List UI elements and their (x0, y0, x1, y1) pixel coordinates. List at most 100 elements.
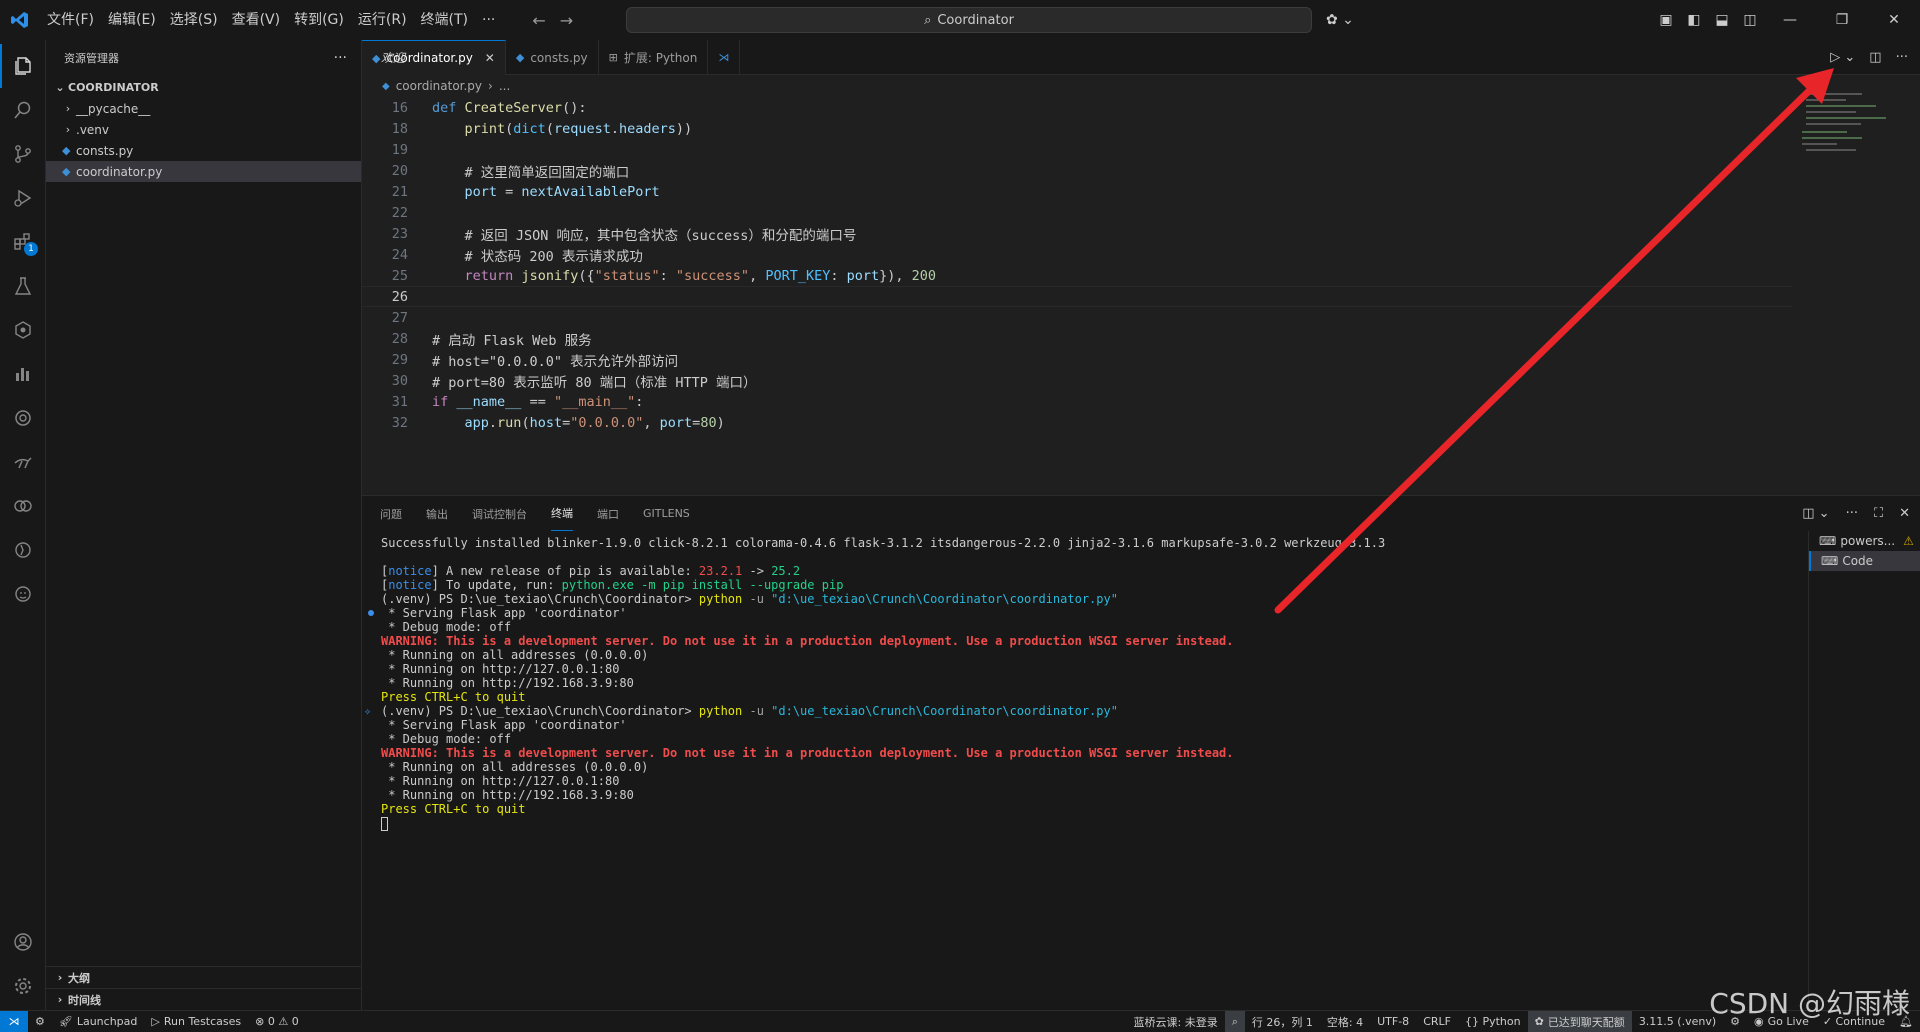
more-actions-icon[interactable]: ··· (334, 50, 347, 66)
restore-icon[interactable]: ❐ (1816, 0, 1868, 40)
kangaroo-icon[interactable] (0, 440, 46, 484)
line-number: 29 (391, 351, 408, 368)
terminal-item-powershell[interactable]: ⌨ powers... ⚠ (1809, 531, 1920, 551)
minimize-icon[interactable]: — (1764, 0, 1816, 40)
command-decoration-icon[interactable] (368, 610, 374, 616)
encoding-status[interactable]: UTF-8 (1370, 1011, 1416, 1032)
python-file-icon: ◆ (62, 144, 71, 157)
tab-output[interactable]: 输出 (426, 496, 448, 531)
folder-section[interactable]: ⌄ COORDINATOR (46, 76, 361, 98)
tab-problems[interactable]: 问题 (380, 496, 402, 531)
zoom-icon[interactable]: ⌕ (1224, 1010, 1245, 1032)
remote-indicator-icon[interactable]: ⋊ (0, 1010, 28, 1032)
menu-more[interactable]: ··· (475, 0, 502, 40)
terminal-output[interactable]: Successfully installed blinker-1.9.0 cli… (362, 536, 1802, 1006)
run-python-file-icon[interactable]: ▷ ⌄ (1830, 50, 1855, 65)
code-line: 30 # port=80 表示监听 80 端口（标准 HTTP 端口） (362, 370, 757, 391)
code-line: 19 (362, 139, 408, 160)
copilot-icon[interactable]: ✿ ⌄ (1326, 9, 1362, 31)
timeline-icon[interactable] (0, 528, 46, 572)
timeline-section[interactable]: › 时间线 (46, 988, 362, 1010)
status-bar: ⋊ ⚙ 🚀︎ Launchpad ▷ Run Testcases ⊗ 0 ⚠ 0 蓝… (0, 1010, 1920, 1032)
close-panel-icon[interactable]: ✕ (1899, 506, 1910, 521)
sparkle-icon[interactable]: ✧ (364, 704, 371, 721)
code-line: 25 return jsonify({"status": "success", … (362, 265, 936, 286)
customize-layout-icon[interactable]: ▣ (1652, 0, 1680, 40)
minimap[interactable] (1792, 75, 1912, 495)
code-line: 23 # 返回 JSON 响应，其中包含状态（success）和分配的端口号 (362, 223, 857, 244)
code-line: 22 (362, 202, 408, 223)
toggle-panel-icon[interactable]: ⬓ (1708, 0, 1736, 40)
launchpad-status[interactable]: 🚀︎ Launchpad (52, 1011, 145, 1032)
search-icon[interactable] (0, 88, 46, 132)
more-actions-icon[interactable]: ··· (1896, 50, 1908, 65)
warning-icon: ⚠ (1903, 534, 1914, 548)
line-number: 32 (391, 414, 408, 431)
tab-ports[interactable]: 端口 (597, 496, 619, 531)
copilot-chat-icon[interactable] (0, 572, 46, 616)
forward-arrow-icon[interactable]: → (560, 11, 573, 30)
breadcrumb-file[interactable]: coordinator.py (396, 79, 482, 93)
code-editor[interactable]: 16 def CreateServer(): 18 print(dict(requ… (362, 97, 1792, 492)
tab-welcome[interactable]: ⋊ 欢迎 (381, 40, 741, 75)
indentation-status[interactable]: 空格: 4 (1320, 1011, 1370, 1032)
tab-consts[interactable]: ◆ consts.py (506, 40, 599, 75)
chevron-right-icon: › (65, 102, 71, 115)
accounts-status-icon[interactable]: ⚙ (28, 1011, 52, 1032)
split-terminal-icon[interactable]: ◫ ⌄ (1802, 506, 1829, 521)
tab-gitlens[interactable]: GITLENS (643, 496, 690, 531)
close-icon[interactable]: ✕ (485, 51, 495, 65)
chevron-down-icon: ⌄ (55, 80, 65, 94)
close-window-icon[interactable]: ✕ (1868, 0, 1920, 40)
explorer-sidebar: 资源管理器 ··· ⌄ COORDINATOR › __pycache__ › … (46, 40, 362, 1010)
tree-item-venv[interactable]: › .venv (46, 119, 361, 140)
line-number: 24 (391, 246, 408, 263)
terminal-item-code[interactable]: ⌨ Code (1809, 551, 1920, 571)
tree-item-pycache[interactable]: › __pycache__ (46, 98, 361, 119)
cursor-position[interactable]: 行 26，列 1 (1245, 1011, 1320, 1032)
problems-status[interactable]: ⊗ 0 ⚠ 0 (248, 1011, 306, 1032)
breadcrumb-more[interactable]: ... (499, 79, 510, 93)
code-text: # port=80 表示监听 80 端口（标准 HTTP 端口） (432, 374, 757, 391)
extensions-icon[interactable]: 1 (0, 220, 46, 264)
back-arrow-icon[interactable]: ← (532, 11, 545, 30)
menu-go[interactable]: 转到(G) (287, 0, 351, 40)
maximize-panel-icon[interactable]: ⛶ (1874, 506, 1883, 521)
run-testcases-status[interactable]: ▷ Run Testcases (144, 1011, 248, 1032)
lanqiao-status[interactable]: 蓝桥云课: 未登录 (1127, 1011, 1225, 1032)
toggle-secondary-sidebar-icon[interactable]: ◫ (1736, 0, 1764, 40)
chart-icon[interactable] (0, 352, 46, 396)
menu-run[interactable]: 运行(R) (351, 0, 414, 40)
toggle-sidebar-icon[interactable]: ◧ (1680, 0, 1708, 40)
language-status[interactable]: {} Python (1458, 1011, 1528, 1032)
menu-edit[interactable]: 编辑(E) (101, 0, 163, 40)
testing-icon[interactable] (0, 264, 46, 308)
menu-terminal[interactable]: 终端(T) (414, 0, 475, 40)
tree-item-consts[interactable]: ◆ consts.py (46, 140, 361, 161)
code-text: # host="0.0.0.0" 表示允许外部访问 (432, 353, 679, 370)
menu-view[interactable]: 查看(V) (225, 0, 288, 40)
more-actions-icon[interactable]: ··· (1846, 506, 1858, 521)
source-control-icon[interactable] (0, 132, 46, 176)
command-center-search[interactable]: ⌕ Coordinator (626, 7, 1312, 33)
line-number: 27 (391, 309, 408, 326)
line-number: 19 (391, 141, 408, 158)
menu-file[interactable]: 文件(F) (40, 0, 101, 40)
account-icon[interactable] (0, 920, 46, 964)
settings-gear-icon[interactable] (0, 964, 46, 1008)
menu-selection[interactable]: 选择(S) (163, 0, 225, 40)
eol-status[interactable]: CRLF (1416, 1011, 1458, 1032)
chat-quota-status[interactable]: ✿ 已达到聊天配额 (1527, 1010, 1632, 1032)
live-share-icon[interactable] (0, 484, 46, 528)
gitlens-icon[interactable] (0, 308, 46, 352)
explorer-icon[interactable] (0, 44, 46, 88)
run-debug-icon[interactable] (0, 176, 46, 220)
tab-extension-python[interactable]: ⊞ 扩展: Python (599, 40, 709, 75)
tab-terminal[interactable]: 终端 (551, 496, 573, 531)
tab-debug-console[interactable]: 调试控制台 (472, 496, 527, 531)
tree-item-coordinator[interactable]: ◆ coordinator.py (46, 161, 361, 182)
code-line: 27 (362, 307, 408, 328)
remote-explorer-icon[interactable] (0, 396, 46, 440)
outline-section[interactable]: › 大纲 (46, 966, 362, 988)
split-editor-icon[interactable]: ◫ (1869, 50, 1881, 65)
